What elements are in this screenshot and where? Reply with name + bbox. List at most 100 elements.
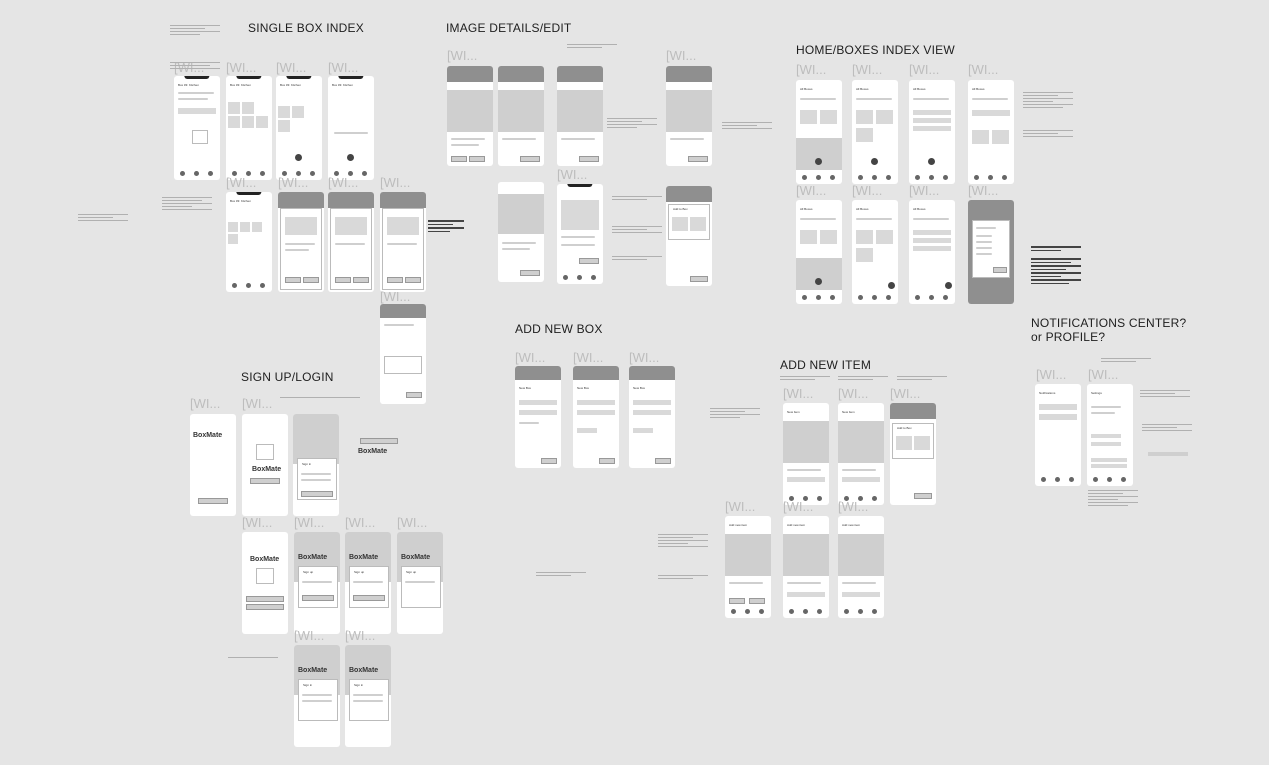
frame-label: [WI...	[380, 289, 411, 304]
wireframe-image-detail-1[interactable]	[447, 66, 493, 166]
wireframe-image-edit-1[interactable]	[498, 182, 544, 282]
wireframe-box-edit-2[interactable]	[380, 304, 426, 404]
wireframe-home-6[interactable]: All Boxes	[852, 200, 898, 304]
wireframe-box-index-5[interactable]: Box #3: Kitchen	[226, 192, 272, 292]
wireframe-sign-up-2[interactable]: BoxMate Sign up	[345, 532, 391, 634]
frame-label: [WI...	[294, 628, 325, 643]
wireframe-box-edit[interactable]	[380, 192, 426, 292]
plus-icon[interactable]	[945, 282, 952, 289]
wireframe-splash[interactable]: BoxMate	[190, 414, 236, 516]
form-title: Sign in	[303, 683, 313, 687]
frame-label: [WI...	[380, 175, 411, 190]
plus-icon[interactable]	[347, 154, 354, 161]
screen-title: Box #3: Kitchen	[230, 83, 252, 87]
section-title-add-new-item: ADD NEW ITEM	[780, 358, 872, 372]
wireframe-new-item-1[interactable]: New Item	[783, 403, 829, 505]
plus-icon[interactable]	[871, 158, 878, 165]
form-title: Sign in	[354, 683, 364, 687]
annotation-note	[1023, 130, 1073, 139]
frame-label: [WI...	[345, 515, 376, 530]
screen-title: Box #3: Kitchen	[332, 83, 354, 87]
wireframe-home-7[interactable]: All Boxes	[909, 200, 955, 304]
wireframe-box-index-4[interactable]: Box #3: Kitchen	[328, 76, 374, 180]
wireframe-sign-in-2[interactable]: BoxMate Sign in	[294, 645, 340, 747]
plus-icon[interactable]	[295, 154, 302, 161]
frame-label: [WI...	[278, 175, 309, 190]
wireframe-add-item-3[interactable]: Add new item	[838, 516, 884, 618]
frame-label: [WI...	[838, 386, 869, 401]
wireframe-sign-up-3[interactable]: BoxMate Sign up	[397, 532, 443, 634]
wireframe-new-box-2[interactable]: New Box	[573, 366, 619, 468]
annotation-note	[1142, 424, 1192, 433]
screen-title: All Boxes	[856, 207, 869, 211]
annotation-note	[722, 122, 772, 131]
wireframe-home-3[interactable]: All Boxes	[909, 80, 955, 184]
frame-label: [WI...	[557, 167, 588, 182]
wireframe-home-1[interactable]: All Boxes	[796, 80, 842, 184]
wireframe-image-detail-2[interactable]	[498, 66, 544, 166]
wireframe-notifications[interactable]: Notifications	[1035, 384, 1081, 486]
wireframe-image-edit-2[interactable]	[557, 184, 603, 284]
wireframe-home-2[interactable]: All Boxes	[852, 80, 898, 184]
frame-label: [WI...	[190, 396, 221, 411]
wireframe-box-index-2[interactable]: Box #3: Kitchen	[226, 76, 272, 180]
wireframe-sign-up-1[interactable]: BoxMate Sign up	[294, 532, 340, 634]
screen-title: All Boxes	[913, 207, 926, 211]
frame-label: [WI...	[328, 175, 359, 190]
wireframe-box-details-modal[interactable]	[278, 192, 324, 292]
frame-label: [WI...	[226, 60, 257, 75]
wireframe-add-to-box-2[interactable]: Add to Box	[890, 403, 936, 505]
screen-title: New Item	[842, 410, 855, 414]
frame-label: [WI...	[276, 60, 307, 75]
plus-icon[interactable]	[928, 158, 935, 165]
plus-icon[interactable]	[815, 158, 822, 165]
screen-title: New Box	[577, 386, 590, 390]
plus-icon[interactable]	[815, 278, 822, 285]
plus-icon[interactable]	[888, 282, 895, 289]
screen-title: New Box	[633, 386, 646, 390]
wireframe-welcome[interactable]: BoxMate	[242, 414, 288, 516]
wireframe-add-item-1[interactable]: Add new item	[725, 516, 771, 618]
screen-title: All Boxes	[856, 87, 869, 91]
frame-label: [WI...	[796, 183, 827, 198]
wireframe-new-item-2[interactable]: New Item	[838, 403, 884, 505]
modal-title: Add to Box	[897, 426, 912, 430]
wireframe-box-details-modal-2[interactable]	[328, 192, 374, 292]
wireframe-image-detail-3[interactable]	[557, 66, 603, 166]
wireframe-box-index-1[interactable]: Box #3: Kitchen	[174, 76, 220, 180]
frame-label: [WI...	[796, 62, 827, 77]
app-logo: BoxMate	[349, 667, 379, 674]
annotation-note	[1023, 92, 1073, 110]
frame-label: [WI...	[629, 350, 660, 365]
frame-label: [WI...	[345, 628, 376, 643]
screen-title: Settings	[1091, 391, 1102, 395]
frame-label: [WI...	[838, 499, 869, 514]
wireframe-box-index-3[interactable]: Box #3: Kitchen	[276, 76, 322, 180]
screen-title: Box #3: Kitchen	[230, 199, 252, 203]
frame-label: [WI...	[328, 60, 359, 75]
wireframe-add-to-box-1[interactable]: Add to Box	[666, 186, 712, 286]
annotation-note	[228, 657, 278, 660]
section-title-notifications: NOTIFICATIONS CENTER?	[1031, 316, 1187, 330]
app-logo: BoxMate	[193, 432, 223, 439]
annotation-note	[280, 397, 360, 400]
wireframe-home-filter[interactable]	[968, 200, 1014, 304]
wireframe-image-detail-4[interactable]	[666, 66, 712, 166]
wireframe-settings[interactable]: Settings	[1087, 384, 1133, 486]
wireframe-new-box-1[interactable]: New Box	[515, 366, 561, 468]
wireframe-sign-in-1[interactable]: Sign in	[293, 414, 339, 516]
wireframe-home-5[interactable]: All Boxes	[796, 200, 842, 304]
wireframe-add-item-2[interactable]: Add new item	[783, 516, 829, 618]
annotation-note	[658, 575, 708, 581]
frame-label: [WI...	[968, 183, 999, 198]
annotation-note	[78, 214, 128, 223]
annotation-note	[612, 226, 662, 235]
wireframe-new-box-3[interactable]: New Box	[629, 366, 675, 468]
frame-label: [WI...	[515, 350, 546, 365]
frame-label: [WI...	[294, 515, 325, 530]
annotation-note	[612, 256, 662, 262]
cube-icon	[256, 568, 274, 584]
wireframe-sign-in-3[interactable]: BoxMate Sign in	[345, 645, 391, 747]
wireframe-welcome-2[interactable]: BoxMate	[242, 532, 288, 634]
wireframe-home-4[interactable]: All Boxes	[968, 80, 1014, 184]
